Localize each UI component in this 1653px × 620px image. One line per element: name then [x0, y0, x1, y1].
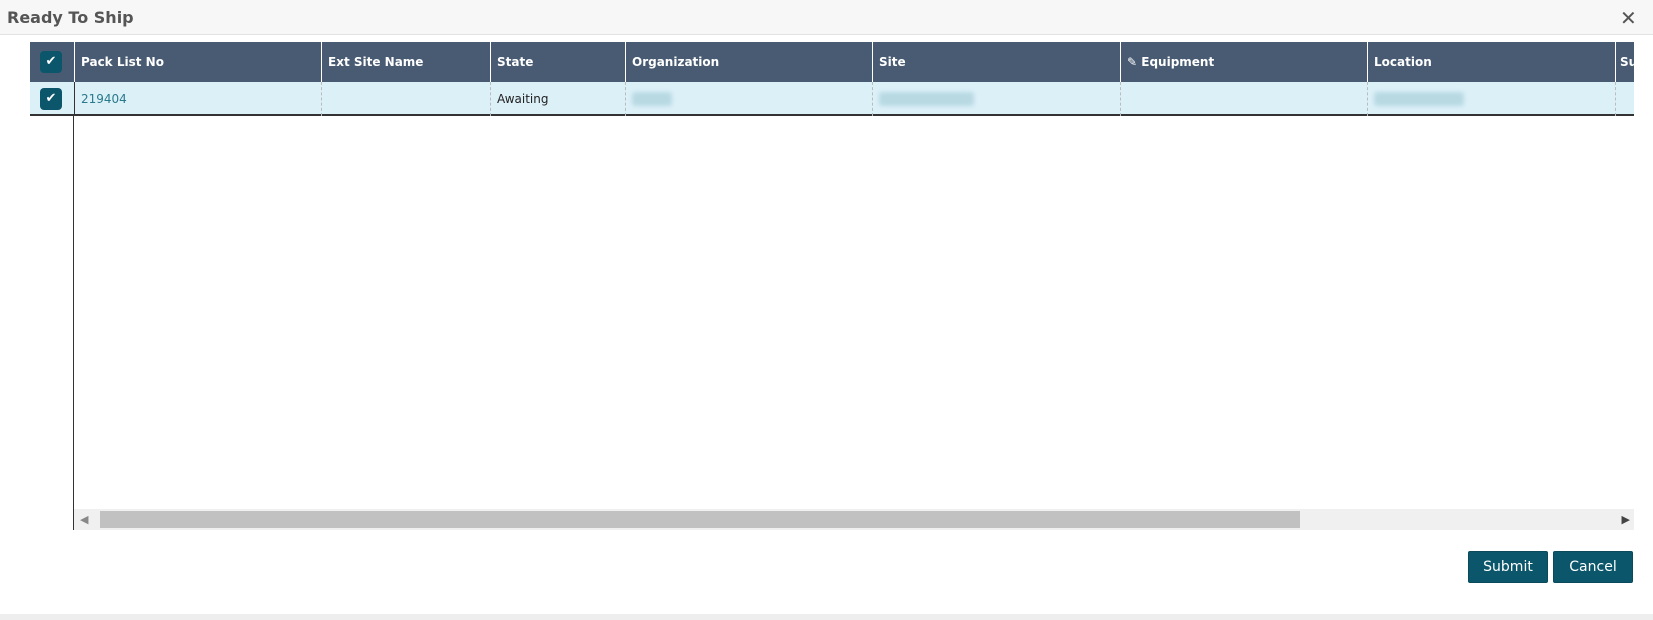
equipment-label: Equipment: [1141, 55, 1215, 69]
ext-site-name-cell: [321, 82, 490, 116]
scroll-left-icon[interactable]: ◀: [80, 513, 88, 526]
scrollbar-thumb[interactable]: [100, 511, 1300, 528]
close-icon[interactable]: ✕: [1620, 6, 1637, 30]
column-header-organization[interactable]: Organization: [625, 42, 872, 82]
column-header-partial[interactable]: Su: [1615, 42, 1634, 82]
column-header-location[interactable]: Location: [1367, 42, 1615, 82]
column-header-equipment[interactable]: ✎ Equipment: [1120, 42, 1367, 82]
grid-header: ✔ Pack List No Ext Site Name State Organ…: [30, 42, 1634, 82]
column-header-ext-site-name[interactable]: Ext Site Name: [321, 42, 490, 82]
state-cell: Awaiting: [490, 82, 625, 116]
site-cell: [872, 82, 1120, 116]
equipment-cell: [1120, 82, 1367, 116]
location-cell: [1367, 82, 1615, 116]
background-strip: [0, 614, 1653, 620]
redacted-text: [879, 92, 974, 106]
select-all-checkbox[interactable]: ✔: [40, 51, 62, 73]
table-row[interactable]: ✔ 219404 Awaiting: [30, 82, 1634, 116]
grid-divider: [73, 116, 74, 530]
scroll-right-icon[interactable]: ▶: [1622, 513, 1630, 526]
row-checkbox[interactable]: ✔: [40, 88, 62, 110]
cancel-button[interactable]: Cancel: [1553, 551, 1633, 583]
horizontal-scrollbar[interactable]: ◀ ▶: [74, 509, 1634, 530]
column-header-state[interactable]: State: [490, 42, 625, 82]
edit-icon: ✎: [1127, 55, 1138, 69]
redacted-text: [1374, 92, 1464, 106]
dialog-title: Ready To Ship: [7, 8, 134, 27]
redacted-text: [632, 92, 672, 106]
submit-button[interactable]: Submit: [1468, 551, 1548, 583]
column-header-pack-list-no[interactable]: Pack List No: [74, 42, 321, 82]
pack-list-no-link[interactable]: 219404: [74, 82, 321, 116]
column-header-site[interactable]: Site: [872, 42, 1120, 82]
partial-cell: [1615, 82, 1634, 116]
dialog-titlebar: Ready To Ship ✕: [0, 0, 1653, 35]
organization-cell: [625, 82, 872, 116]
